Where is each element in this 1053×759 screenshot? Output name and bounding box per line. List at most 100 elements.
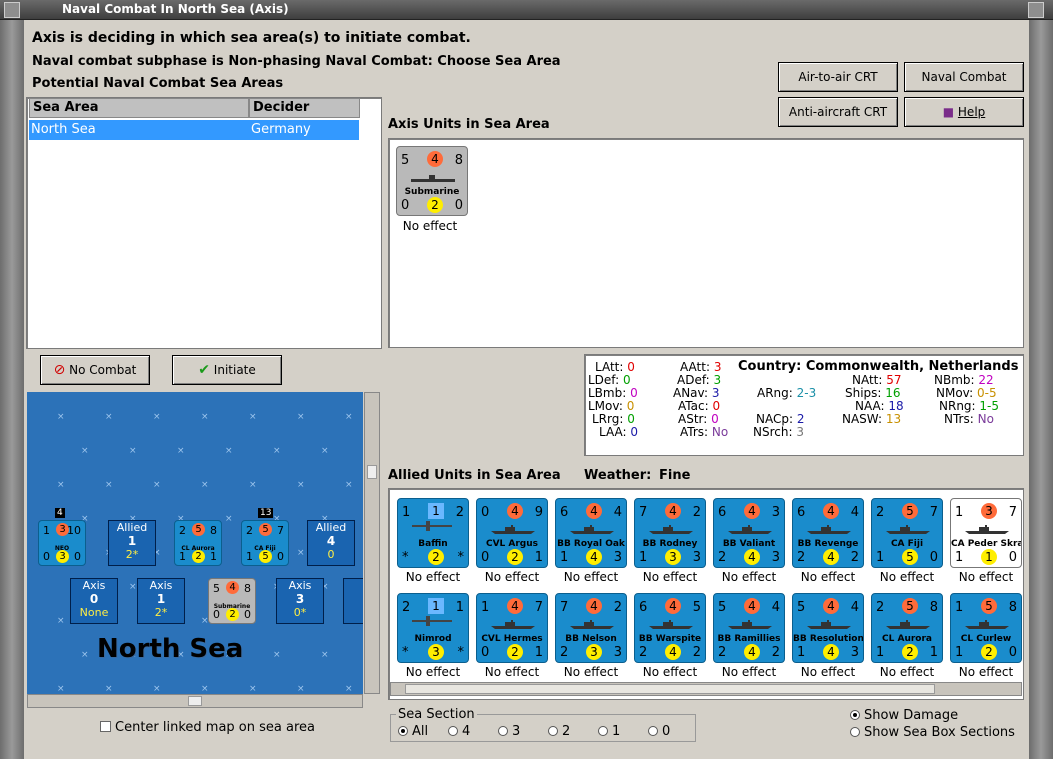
mini-bm: 3 [56, 550, 69, 563]
submarine-icon [411, 175, 455, 182]
sea-section-radio-option[interactable]: 1 [598, 724, 620, 739]
nmov-value: 0-5 [977, 386, 997, 400]
show-damage-radio[interactable] [850, 710, 860, 720]
axis-sea-box[interactable]: A [343, 578, 363, 624]
sea-marker: × [105, 684, 113, 694]
unit-effect: No effect [879, 665, 935, 679]
counter-tm: 4 [507, 503, 523, 519]
map-hscroll-thumb[interactable] [188, 696, 202, 706]
counter-tm: 4 [586, 598, 602, 614]
counter-tr: 5 [692, 600, 701, 615]
radio-button[interactable] [598, 726, 608, 736]
counter-tm: 4 [665, 503, 681, 519]
allied-unit-counter[interactable]: 2 1 1 Nimrod * 3 * [397, 593, 469, 663]
astr-value: 0 [711, 412, 719, 426]
allied-unit-counter[interactable]: 2 5 8 CL Aurora 1 2 1 [871, 593, 943, 663]
radio-button[interactable] [648, 726, 658, 736]
title-bar[interactable]: Naval Combat In North Sea (Axis) [0, 0, 1053, 20]
allied-unit-counter[interactable]: 6 4 3 BB Valiant 2 4 3 [713, 498, 785, 568]
mini-tr: 7 [277, 524, 284, 537]
show-boxes-option[interactable]: Show Sea Box Sections [850, 725, 1015, 740]
counter-br: 2 [771, 645, 780, 660]
air-to-air-crt-button[interactable]: Air-to-air CRT [778, 62, 898, 92]
sea-section-radio-option[interactable]: All [398, 724, 428, 739]
center-map-checkbox[interactable] [100, 721, 111, 732]
counter-name: CVL Hermes [481, 634, 543, 644]
allied-unit-counter[interactable]: 7 4 2 BB Rodney 1 3 3 [634, 498, 706, 568]
mini-bl: 1 [179, 550, 186, 563]
show-boxes-label: Show Sea Box Sections [864, 725, 1015, 740]
map-unit-counter[interactable]: 2 5 8 CL Aurora 1 2 1 [174, 520, 222, 566]
sea-area-list[interactable]: Sea Area Decider North Sea Germany [26, 97, 382, 349]
radio-label: 0 [662, 724, 671, 739]
sea-marker: × [81, 446, 89, 456]
unit-effect: No effect [642, 570, 698, 584]
allied-unit-counter[interactable]: 5 4 4 BB Ramillies 2 4 2 [713, 593, 785, 663]
allied-horizontal-scrollbar[interactable] [390, 682, 1022, 696]
counter-tl: 2 [876, 505, 885, 520]
allied-unit-counter[interactable]: 1 5 8 CL Curlew 1 2 0 [950, 593, 1022, 663]
radio-button[interactable] [498, 726, 508, 736]
allied-unit-counter[interactable]: 6 4 4 BB Royal Oak 1 4 3 [555, 498, 627, 568]
counter-tr: 2 [613, 600, 622, 615]
allied-unit-counter[interactable]: 6 4 5 BB Warspite 2 4 2 [634, 593, 706, 663]
map-unit-counter[interactable]: 1 3 10 NEO 0 3 0 [38, 520, 86, 566]
list-row-north-sea[interactable]: North Sea Germany [29, 120, 359, 140]
allied-unit-counter[interactable]: 0 4 9 CVL Argus 0 2 1 [476, 498, 548, 568]
anti-aircraft-crt-button[interactable]: Anti-aircraft CRT [778, 97, 898, 127]
allied-unit-counter[interactable]: 5 4 4 BB Resolution 1 4 3 [792, 593, 864, 663]
ship-icon [491, 620, 535, 629]
center-map-checkbox-row[interactable]: Center linked map on sea area [100, 720, 315, 735]
map-horizontal-scrollbar[interactable] [27, 694, 363, 708]
axis-sea-box[interactable]: Axis 0 None [70, 578, 118, 624]
allied-unit-counter[interactable]: 7 4 2 BB Nelson 2 3 3 [555, 593, 627, 663]
axis-submarine-counter[interactable]: 5 4 8 Submarine 0 2 0 [396, 146, 468, 216]
allied-unit-counter[interactable]: 1 4 7 CVL Hermes 0 2 1 [476, 593, 548, 663]
counter-bm: 2 [507, 644, 523, 660]
allied-unit-counter[interactable]: 1 1 2 Baffin * 2 * [397, 498, 469, 568]
sea-marker: × [225, 514, 233, 524]
map-vscroll-thumb[interactable] [367, 465, 377, 479]
show-boxes-radio[interactable] [850, 727, 860, 737]
radio-button[interactable] [548, 726, 558, 736]
col-sea-area[interactable]: Sea Area [29, 98, 249, 118]
allied-unit-counter[interactable]: 137CA Peder Skram110 [950, 498, 1022, 568]
allied-unit-counter[interactable]: 6 4 4 BB Revenge 2 4 2 [792, 498, 864, 568]
radio-button[interactable] [398, 726, 408, 736]
sea-area-map[interactable]: × × × × × × × × × × × × × × × × × × × × × × × × × × × × × × × × × × × × × × × ×… [27, 392, 363, 694]
sea-section-radio-option[interactable]: 0 [648, 724, 670, 739]
help-button[interactable]: ■ Help [904, 97, 1024, 127]
allied-sea-box[interactable]: Allied 4 0 [307, 520, 355, 566]
unit-effect: No effect [484, 665, 540, 679]
sea-section-radio-option[interactable]: 4 [448, 724, 470, 739]
counter-bm: 4 [823, 644, 839, 660]
allied-unit-counter[interactable]: 2 5 7 CA Fiji 1 5 0 [871, 498, 943, 568]
sea-marker: × [57, 684, 65, 694]
atrs-label: ATrs: [680, 425, 709, 439]
col-decider[interactable]: Decider [249, 98, 360, 118]
initiate-combat-button[interactable]: ✔ Initiate Combat [172, 355, 282, 405]
counter-name: CL Aurora [882, 634, 932, 644]
axis-sea-box[interactable]: Axis 1 2* [137, 578, 185, 624]
allied-sea-box[interactable]: Allied 1 2* [108, 520, 156, 566]
system-menu-icon[interactable] [4, 2, 20, 18]
radio-button[interactable] [448, 726, 458, 736]
counter-tl: 2 [876, 600, 885, 615]
no-combat-button[interactable]: ⊘ No Combat [40, 355, 150, 385]
sea-section-radio-option[interactable]: 2 [548, 724, 570, 739]
allied-scroll-thumb[interactable] [405, 684, 935, 694]
sea-section-radio-option[interactable]: 3 [498, 724, 520, 739]
sea-marker: × [153, 480, 161, 490]
map-unit-counter[interactable]: 2 5 7 CA Fiji 1 5 0 [241, 520, 289, 566]
counter-bm: 4 [744, 644, 760, 660]
naval-combat-chart-button[interactable]: Naval Combat Chart [904, 62, 1024, 112]
counter-tr: 2 [692, 505, 701, 520]
axis-sea-box[interactable]: Axis 3 0* [276, 578, 324, 624]
counter-br: 0 [1008, 645, 1017, 660]
counter-tl: 1 [955, 600, 964, 615]
map-unit-counter[interactable]: 5 4 8 Submarine 0 2 0 [208, 578, 256, 624]
map-vertical-scrollbar[interactable] [364, 392, 380, 694]
show-damage-option[interactable]: Show Damage [850, 708, 958, 723]
close-icon[interactable] [1028, 2, 1044, 18]
sea-marker: × [81, 650, 89, 660]
